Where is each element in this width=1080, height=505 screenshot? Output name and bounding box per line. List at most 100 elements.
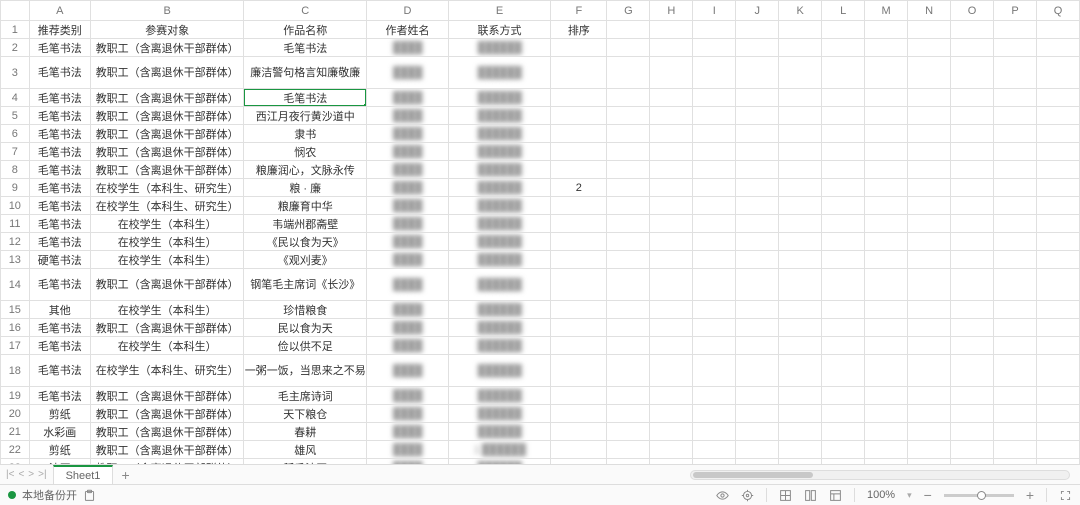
cell[interactable]: ████ bbox=[367, 179, 449, 197]
cell[interactable] bbox=[551, 233, 607, 251]
chevron-down-icon[interactable]: ▾ bbox=[907, 490, 912, 501]
cell[interactable]: ██████ bbox=[448, 355, 550, 387]
cell[interactable] bbox=[607, 423, 650, 441]
cell[interactable]: 毛笔书法 bbox=[29, 57, 90, 89]
cell[interactable]: 民以食为天 bbox=[244, 319, 367, 337]
cell[interactable] bbox=[607, 197, 650, 215]
cell[interactable]: 韦端州郡斋壁 bbox=[244, 215, 367, 233]
row-header[interactable]: 13 bbox=[1, 251, 30, 269]
cell[interactable] bbox=[908, 301, 951, 319]
cell[interactable] bbox=[607, 301, 650, 319]
nav-prev-icon[interactable]: < bbox=[18, 469, 24, 480]
cell[interactable] bbox=[865, 441, 908, 459]
cell[interactable] bbox=[865, 301, 908, 319]
cell[interactable]: 毛笔书法 bbox=[29, 125, 90, 143]
cell[interactable] bbox=[736, 125, 779, 143]
row-header[interactable]: 5 bbox=[1, 107, 30, 125]
cell[interactable] bbox=[908, 107, 951, 125]
cell[interactable]: 教职工（含离退休干部群体） bbox=[90, 161, 243, 179]
col-header-P[interactable]: P bbox=[994, 1, 1037, 21]
cell[interactable]: 毛笔书法 bbox=[29, 39, 90, 57]
cell[interactable] bbox=[822, 405, 865, 423]
layout-view-icon[interactable] bbox=[829, 489, 842, 502]
cell[interactable] bbox=[994, 107, 1037, 125]
cell[interactable] bbox=[693, 319, 736, 337]
cell[interactable] bbox=[908, 179, 951, 197]
row-header[interactable]: 12 bbox=[1, 233, 30, 251]
cell[interactable] bbox=[607, 161, 650, 179]
cell[interactable] bbox=[951, 423, 994, 441]
cell[interactable] bbox=[607, 233, 650, 251]
cell[interactable] bbox=[650, 337, 693, 355]
col-header-H[interactable]: H bbox=[650, 1, 693, 21]
cell[interactable]: ██████ bbox=[448, 251, 550, 269]
cell[interactable] bbox=[865, 423, 908, 441]
cell[interactable] bbox=[865, 405, 908, 423]
zoom-level[interactable]: 100% bbox=[867, 489, 895, 501]
cell[interactable] bbox=[1036, 107, 1079, 125]
cell[interactable] bbox=[822, 89, 865, 107]
cell[interactable] bbox=[607, 215, 650, 233]
cell[interactable] bbox=[779, 57, 822, 89]
cell[interactable] bbox=[736, 387, 779, 405]
cell[interactable] bbox=[1036, 387, 1079, 405]
eye-icon[interactable] bbox=[716, 489, 729, 502]
cell[interactable]: ████ bbox=[367, 107, 449, 125]
cell[interactable]: ████ bbox=[367, 319, 449, 337]
cell[interactable] bbox=[1036, 441, 1079, 459]
cell[interactable] bbox=[908, 57, 951, 89]
cell[interactable]: 毛笔书法 bbox=[29, 337, 90, 355]
cell[interactable] bbox=[822, 161, 865, 179]
grid-view-icon[interactable] bbox=[779, 489, 792, 502]
cell[interactable] bbox=[551, 161, 607, 179]
cell[interactable] bbox=[951, 441, 994, 459]
cell[interactable] bbox=[865, 179, 908, 197]
cell[interactable]: 教职工（含离退休干部群体） bbox=[90, 319, 243, 337]
cell[interactable]: 教职工（含离退休干部群体） bbox=[90, 107, 243, 125]
cell[interactable] bbox=[779, 233, 822, 251]
cell[interactable] bbox=[1036, 301, 1079, 319]
cell[interactable] bbox=[693, 197, 736, 215]
cell[interactable]: ██████ bbox=[448, 107, 550, 125]
cell[interactable] bbox=[551, 441, 607, 459]
cell[interactable] bbox=[1036, 197, 1079, 215]
cell[interactable] bbox=[607, 405, 650, 423]
cell[interactable] bbox=[1036, 179, 1079, 197]
cell[interactable]: ████ bbox=[367, 251, 449, 269]
cell[interactable] bbox=[822, 423, 865, 441]
col-header-J[interactable]: J bbox=[736, 1, 779, 21]
cell[interactable] bbox=[951, 197, 994, 215]
col-header-M[interactable]: M bbox=[865, 1, 908, 21]
cell[interactable] bbox=[908, 21, 951, 39]
cell[interactable]: 珍惜粮食 bbox=[244, 301, 367, 319]
cell[interactable] bbox=[908, 355, 951, 387]
cell[interactable] bbox=[693, 57, 736, 89]
cell[interactable] bbox=[607, 89, 650, 107]
cell[interactable]: 毛笔书法 bbox=[29, 179, 90, 197]
cell[interactable]: ██████ bbox=[448, 405, 550, 423]
cell[interactable] bbox=[607, 39, 650, 57]
cell[interactable] bbox=[551, 39, 607, 57]
cell[interactable]: 在校学生（本科生） bbox=[90, 337, 243, 355]
cell[interactable] bbox=[736, 441, 779, 459]
cell[interactable] bbox=[693, 423, 736, 441]
cell[interactable]: ████ bbox=[367, 143, 449, 161]
cell[interactable] bbox=[994, 405, 1037, 423]
cell[interactable]: 2 bbox=[551, 179, 607, 197]
cell[interactable] bbox=[994, 39, 1037, 57]
cell[interactable]: 毛笔书法 bbox=[244, 89, 367, 107]
cell[interactable] bbox=[693, 21, 736, 39]
sheet-tab[interactable]: Sheet1 bbox=[53, 465, 114, 484]
cell[interactable] bbox=[822, 301, 865, 319]
cell[interactable]: 毛笔书法 bbox=[29, 215, 90, 233]
cell[interactable] bbox=[822, 233, 865, 251]
nav-next-icon[interactable]: > bbox=[28, 469, 34, 480]
add-sheet-button[interactable]: + bbox=[113, 467, 137, 483]
cell[interactable] bbox=[822, 355, 865, 387]
cell[interactable] bbox=[551, 387, 607, 405]
cell[interactable] bbox=[1036, 21, 1079, 39]
cell[interactable]: ████ bbox=[367, 355, 449, 387]
cell[interactable]: 教职工（含离退休干部群体） bbox=[90, 125, 243, 143]
cell[interactable]: ████ bbox=[367, 301, 449, 319]
cell[interactable] bbox=[822, 215, 865, 233]
